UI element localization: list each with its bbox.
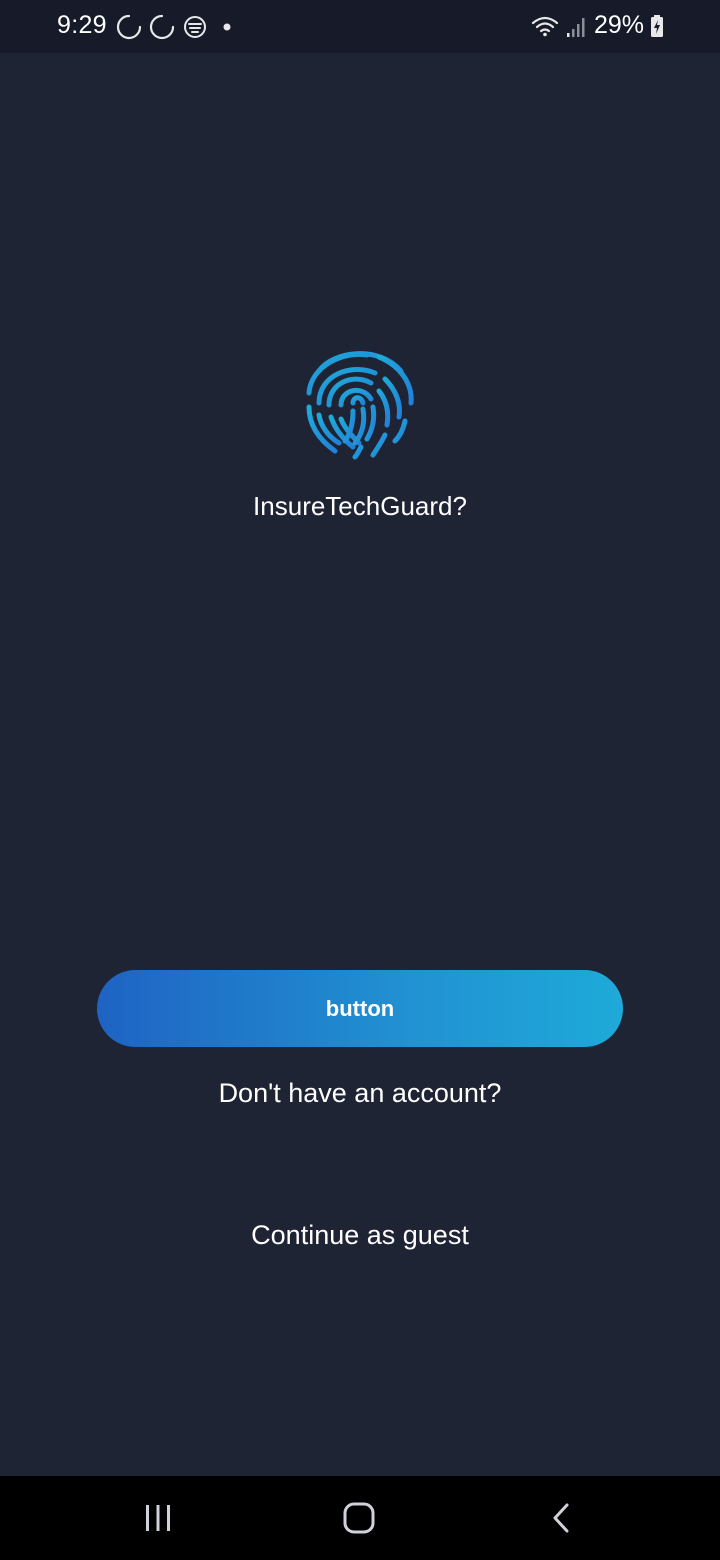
signup-link[interactable]: Don't have an account? [0, 1078, 720, 1109]
battery-percentage: 29% [593, 11, 644, 39]
primary-button[interactable]: button [97, 970, 623, 1047]
app-notification-icon [184, 16, 206, 38]
back-button[interactable] [531, 1496, 591, 1540]
navigation-bar [0, 1476, 720, 1560]
status-icons-right: 29% [530, 11, 664, 40]
wifi-icon [531, 16, 559, 36]
recent-apps-button[interactable] [128, 1496, 188, 1540]
main-content [0, 53, 720, 1476]
primary-button-label: button [325, 995, 395, 1021]
sync-icon [116, 14, 142, 40]
recent-apps-icon [146, 1505, 170, 1531]
home-icon [343, 1502, 375, 1534]
fingerprint-icon[interactable] [301, 343, 419, 461]
status-icons-left [116, 14, 235, 40]
sync-icon [149, 14, 175, 40]
status-bar: 9:29 29% [0, 0, 720, 53]
home-button[interactable] [329, 1496, 389, 1540]
dot-icon [223, 23, 231, 31]
status-time: 9:29 [57, 11, 107, 39]
continue-as-guest-link[interactable]: Continue as guest [0, 1220, 720, 1251]
battery-charging-icon [651, 14, 663, 37]
back-icon [553, 1503, 569, 1533]
signal-icon [566, 17, 585, 37]
app-title: InsureTechGuard? [253, 491, 467, 521]
